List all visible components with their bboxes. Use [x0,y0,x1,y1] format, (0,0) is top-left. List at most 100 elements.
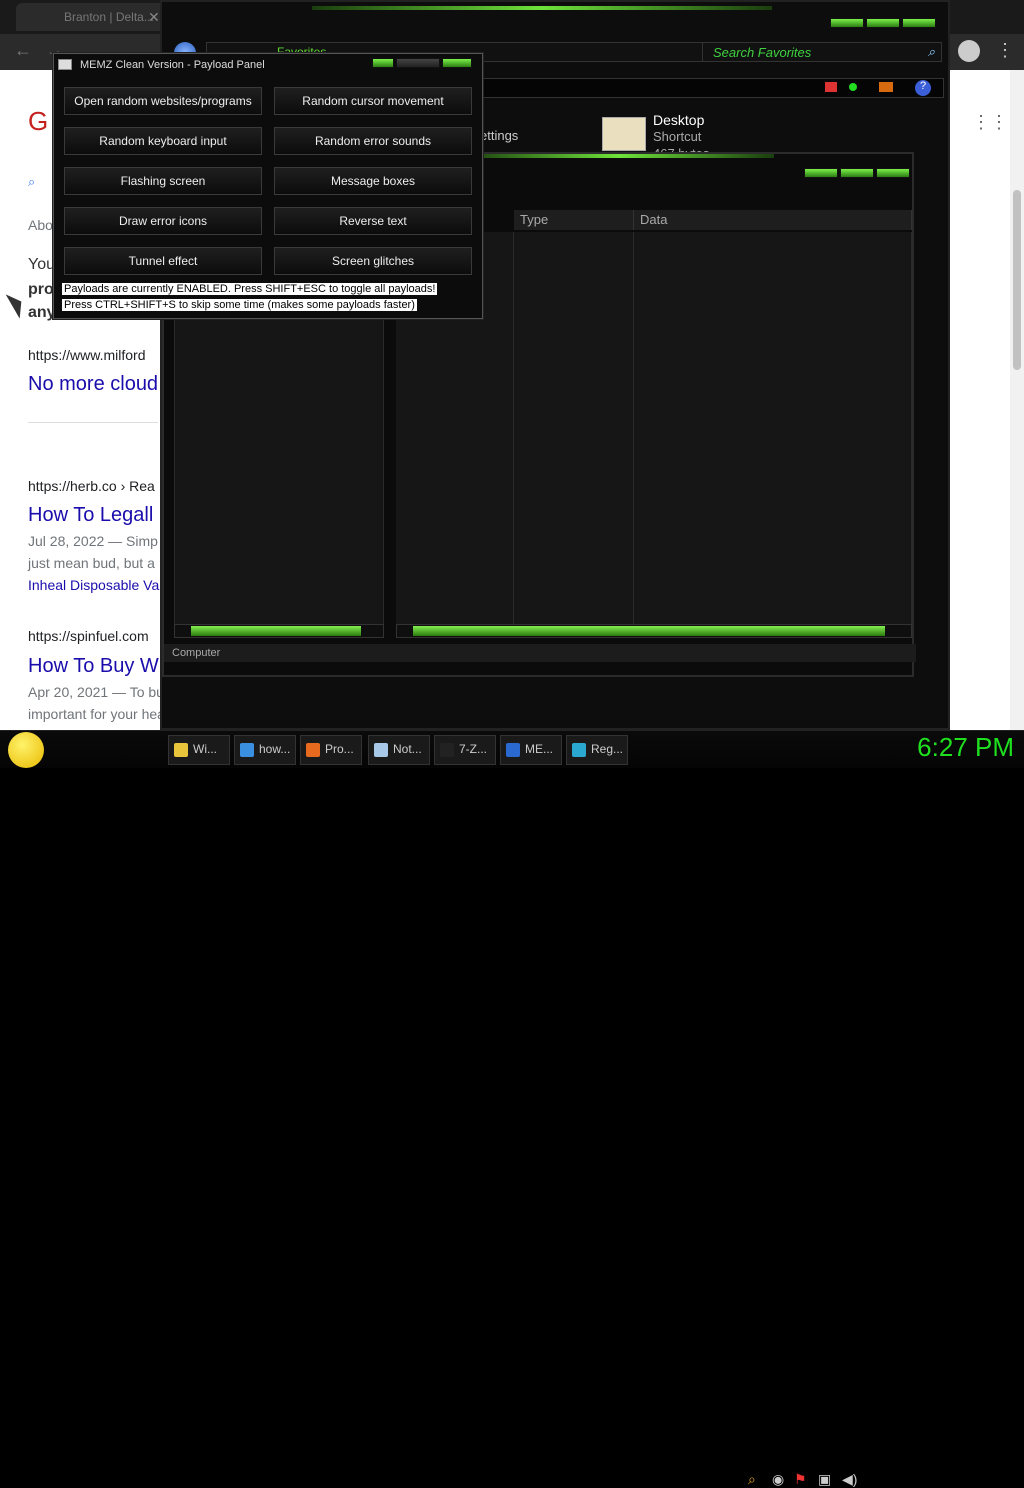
profile-icon[interactable] [958,40,980,62]
payload-screen-glitches-button[interactable]: Screen glitches [274,247,472,275]
divider [28,422,158,423]
payload-error-icons-button[interactable]: Draw error icons [64,207,262,235]
result-title-link[interactable]: How To Buy W [28,655,159,678]
memz-window-controls [372,58,472,68]
chat-tray-icon[interactable]: ◉ [772,1471,784,1488]
scrollbar-thumb[interactable] [191,626,361,636]
start-button-smiley-icon[interactable] [8,732,44,768]
result-snippet: just mean bud, but a [28,555,155,571]
desktop-shortcut-icon[interactable] [602,117,646,151]
list-scrollbar[interactable] [396,624,912,638]
menu-icon[interactable]: ⋮ [996,40,1014,61]
search-icon[interactable]: ⌕ [928,44,935,60]
app-icon [58,59,72,70]
payload-tunnel-effect-button[interactable]: Tunnel effect [64,247,262,275]
payload-message-boxes-button[interactable]: Message boxes [274,167,472,195]
result-url[interactable]: https://herb.co › Rea [28,478,155,494]
taskbar-item[interactable]: Not... [368,735,430,765]
taskbar-item-label: ME... [525,742,554,756]
taskbar-item-label: Not... [393,742,422,756]
result-date: Jul 28, 2022 — Simp [28,533,158,549]
snippet-text: You [28,256,55,273]
column-type [514,232,634,625]
vertical-scrollbar[interactable] [1010,70,1024,730]
volume-tray-icon[interactable]: ◀) [842,1471,857,1488]
browser-tab[interactable]: Branton | Delta... [16,3,166,31]
taskbar-item[interactable]: Pro... [300,735,362,765]
taskbar-item[interactable]: 7-Z... [434,735,496,765]
payload-open-websites-button[interactable]: Open random websites/programs [64,87,262,115]
taskbar-app-icon [440,743,454,757]
payload-cursor-movement-button[interactable]: Random cursor movement [274,87,472,115]
network-tray-icon[interactable]: ▣ [818,1471,831,1488]
scrollbar-thumb[interactable] [1013,190,1021,370]
desktop-item-name[interactable]: Desktop [653,112,704,128]
taskbar: Wi... how... Pro... Not... 7-Z... ME... Reg...… [0,730,1024,1487]
snippet-text: pro [28,281,54,298]
folder-icon[interactable] [879,82,893,92]
help-icon[interactable]: ? [915,80,931,96]
close-tab-icon[interactable]: ✕ [148,9,160,26]
minimize-button[interactable] [804,168,838,178]
taskbar-item[interactable]: ME... [500,735,562,765]
result-url[interactable]: https://spinfuel.com [28,628,149,644]
search-input[interactable]: Search Favorites ⌕ [702,42,942,62]
result-url[interactable]: https://www.milford [28,347,145,363]
tree-scrollbar[interactable] [174,624,384,638]
status-text: Computer [172,647,221,659]
taskbar-app-icon [306,743,320,757]
flag-icon[interactable] [825,82,837,92]
taskbar-item-label: Reg... [591,742,624,756]
taskbar-item-label: Pro... [325,742,354,756]
payload-flashing-screen-button[interactable]: Flashing screen [64,167,262,195]
result-title-link[interactable]: How To Legall [28,504,153,527]
tab-title: Branton | Delta... [64,10,154,24]
minimize-button[interactable] [830,18,864,28]
settings-item-label[interactable]: ettings [480,128,518,143]
taskbar-item[interactable]: Reg... [566,735,628,765]
taskbar-item[interactable]: how... [234,735,296,765]
scrollbar-thumb[interactable] [413,626,885,636]
memz-title: MEMZ Clean Version - Payload Panel [80,59,265,71]
status-bar: Computer [164,644,916,662]
snippet-text: any [28,304,56,321]
command-bar: ? [462,78,944,98]
desktop-item-type: Shortcut [653,129,702,144]
panel-window-controls [804,168,910,178]
taskbar-app-icon [374,743,388,757]
payload-error-sounds-button[interactable]: Random error sounds [274,127,472,155]
back-icon[interactable]: ← [14,40,32,61]
memz-payload-panel: MEMZ Clean Version - Payload Panel Open … [53,53,483,319]
close-button[interactable] [876,168,910,178]
minimize-button[interactable] [372,58,394,68]
result-title-link[interactable]: No more cloud [28,373,158,396]
taskbar-app-icon [572,743,586,757]
payload-keyboard-input-button[interactable]: Random keyboard input [64,127,262,155]
memz-title-bar[interactable]: MEMZ Clean Version - Payload Panel [54,54,482,76]
result-sublink[interactable]: Inheal Disposable Va [28,577,159,593]
taskbar-app-icon [240,743,254,757]
status-dot-icon [849,83,857,91]
payload-status-notice: Payloads are currently ENABLED. Press SH… [62,283,438,295]
about-text: Abo [28,217,53,233]
google-logo-partial: G [28,106,49,136]
maximize-button[interactable] [866,18,900,28]
panel-accent-bar [464,154,774,158]
taskbar-app-icon [174,743,188,757]
column-header-type[interactable]: Type [514,210,634,230]
taskbar-item-label: 7-Z... [459,742,488,756]
result-snippet: important for your health [28,706,180,722]
taskbar-item-label: how... [259,742,291,756]
search-placeholder: Search Favorites [713,45,812,60]
close-button[interactable] [902,18,936,28]
search-tray-icon[interactable]: ⌕ [748,1471,756,1488]
flag-tray-icon[interactable]: ⚑ [794,1471,807,1488]
search-icon: ⌕ [28,174,36,189]
payload-reverse-text-button[interactable]: Reverse text [274,207,472,235]
maximize-button[interactable] [840,168,874,178]
taskbar-item[interactable]: Wi... [168,735,230,765]
close-button[interactable] [442,58,472,68]
column-header-data[interactable]: Data [634,210,912,230]
taskbar-item-label: Wi... [193,742,217,756]
clock[interactable]: 6:27 PM [917,732,1014,763]
